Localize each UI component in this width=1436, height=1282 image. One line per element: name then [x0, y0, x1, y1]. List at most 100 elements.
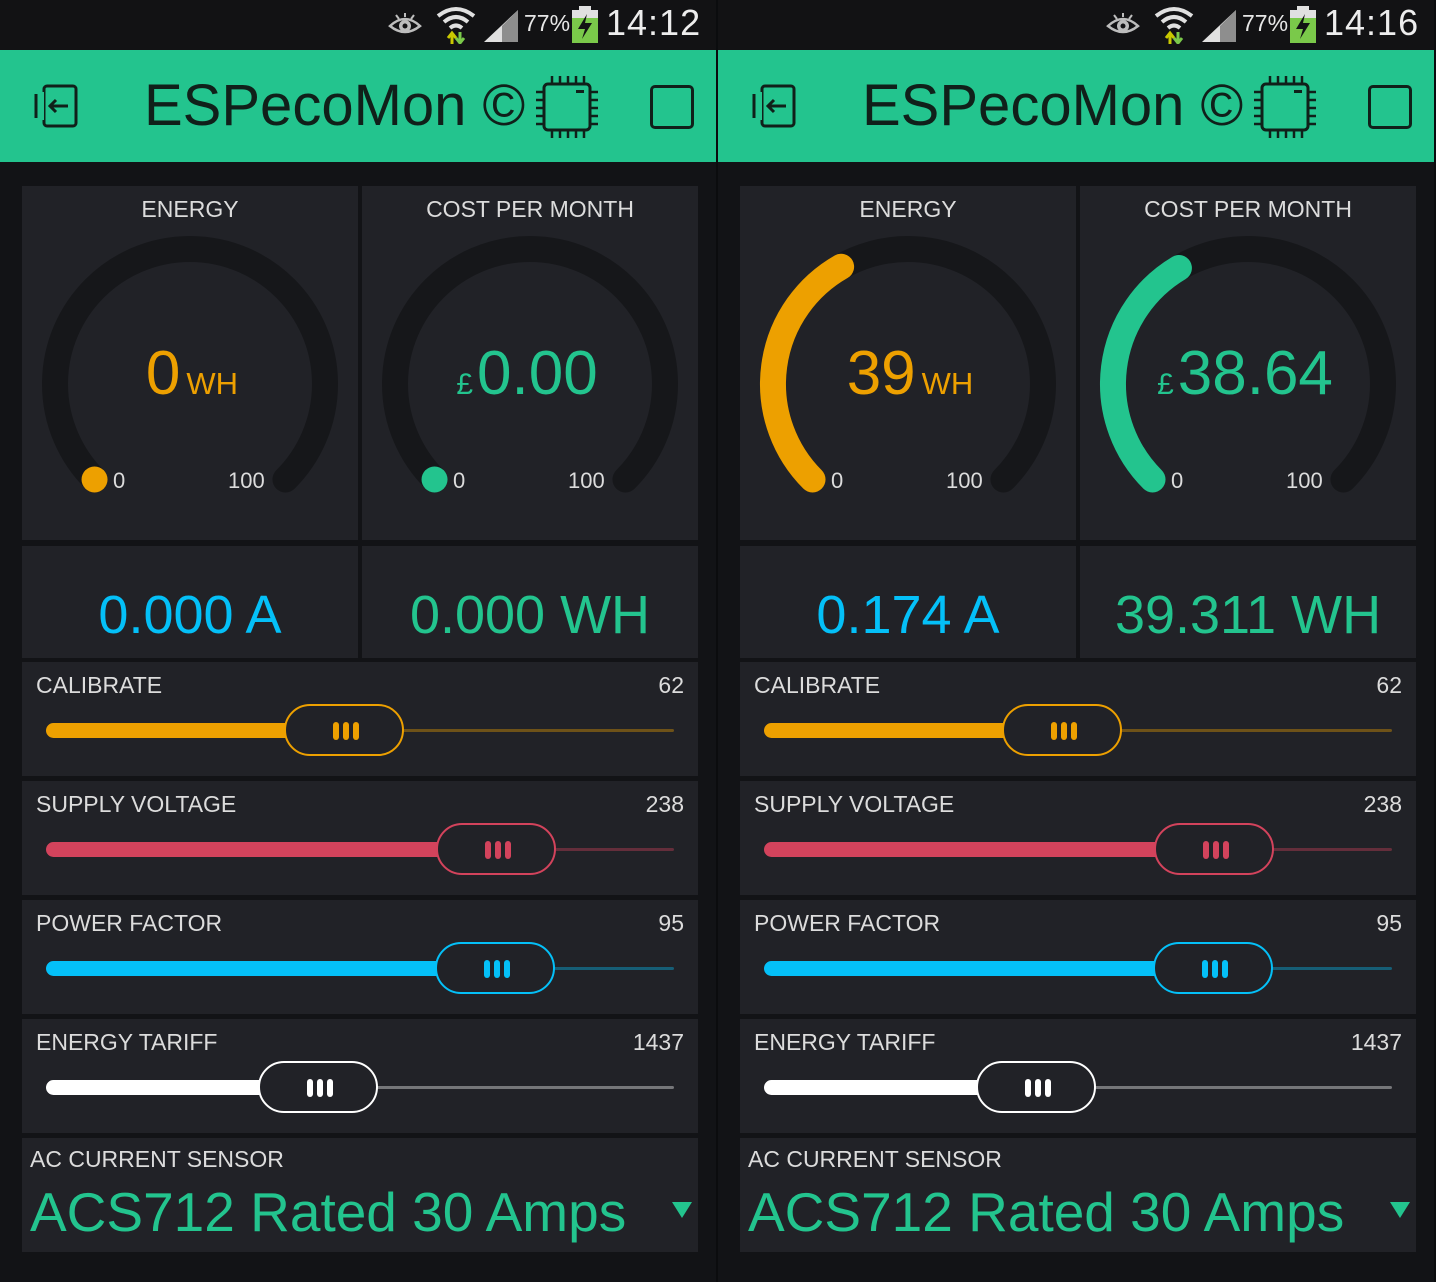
slider-thumb[interactable]: [1152, 942, 1273, 994]
supply-voltage-slider[interactable]: SUPPLY VOLTAGE 238: [740, 781, 1416, 895]
energy-gauge: ENERGY 39 WH 0 100: [740, 186, 1076, 540]
slider-fill: [764, 1080, 1007, 1095]
logout-icon[interactable]: [30, 80, 82, 132]
dropdown-value[interactable]: ACS712 Rated 30 Amps: [748, 1180, 1344, 1244]
sensor-dropdown[interactable]: AC CURRENT SENSOR ACS712 Rated 30 Amps: [22, 1138, 698, 1252]
gauge-label: COST PER MONTH: [426, 196, 634, 222]
slider-thumb[interactable]: [976, 1061, 1097, 1113]
dropdown-label: AC CURRENT SENSOR: [748, 1146, 1002, 1172]
dashboard: ENERGY 39 WH 0 100 COST PER MONTH £38.64 …: [740, 186, 1416, 1256]
slider-value: 238: [1363, 791, 1402, 817]
signal-icon: [484, 10, 518, 42]
energy-tariff-slider[interactable]: ENERGY TARIFF 1437: [740, 1019, 1416, 1133]
eye-icon: [1106, 13, 1140, 34]
grip-icon: [1024, 1079, 1052, 1097]
power-factor-slider[interactable]: POWER FACTOR 95: [22, 900, 698, 1014]
clock: 14:12: [606, 2, 702, 43]
slider-fill: [46, 961, 465, 976]
slider-value: 62: [658, 672, 684, 698]
gauge-fill: [421, 466, 448, 493]
gauge-value: 38.64: [1177, 339, 1333, 408]
logout-icon[interactable]: [748, 80, 800, 132]
calibrate-slider[interactable]: CALIBRATE 62: [740, 662, 1416, 776]
slider-label: SUPPLY VOLTAGE: [36, 791, 237, 817]
dropdown-label: AC CURRENT SENSOR: [30, 1146, 284, 1172]
slider-label: ENERGY TARIFF: [754, 1029, 936, 1055]
grip-icon: [1201, 960, 1229, 978]
grip-icon: [1202, 841, 1230, 859]
energy-tariff-slider[interactable]: ENERGY TARIFF 1437: [22, 1019, 698, 1133]
phone-screen: 77% 14:12 ESPecoMon © ENERGY 0 WH 0 100 …: [0, 0, 716, 1282]
eye-icon: [388, 13, 422, 34]
slider-value: 1437: [1350, 1029, 1402, 1055]
energy-display: 39.311 WH: [1080, 546, 1416, 658]
slider-label: ENERGY TARIFF: [36, 1029, 218, 1055]
status-bar: 77% 14:12: [0, 0, 716, 50]
battery-percent: 77%: [524, 10, 571, 36]
slider-label: POWER FACTOR: [754, 910, 941, 936]
square-icon[interactable]: [650, 85, 694, 129]
wifi-icon: [1154, 7, 1194, 44]
dropdown-value[interactable]: ACS712 Rated 30 Amps: [30, 1180, 626, 1244]
caret-down-icon[interactable]: [672, 1202, 692, 1218]
app-header: ESPecoMon ©: [0, 50, 716, 162]
slider-thumb[interactable]: [1002, 704, 1123, 756]
gauge-value: 0.00: [477, 339, 598, 408]
slider-value: 95: [658, 910, 684, 936]
supply-voltage-slider[interactable]: SUPPLY VOLTAGE 238: [22, 781, 698, 895]
energy-value: 39.311 WH: [1114, 585, 1382, 645]
power-factor-slider[interactable]: POWER FACTOR 95: [740, 900, 1416, 1014]
slider-fill: [46, 1080, 289, 1095]
battery-percent: 77%: [1242, 10, 1289, 36]
wifi-icon: [436, 7, 476, 44]
energy-gauge: ENERGY 0 WH 0 100: [22, 186, 358, 540]
gauge-max: 100: [568, 468, 605, 493]
device-chip-icon[interactable]: [534, 74, 600, 140]
slider-fill: [764, 723, 1033, 738]
slider-value: 238: [645, 791, 684, 817]
grip-icon: [332, 722, 360, 740]
gauge-max: 100: [1286, 468, 1323, 493]
slider-fill: [764, 961, 1183, 976]
dashboard: ENERGY 0 WH 0 100 COST PER MONTH £0.00 0 …: [22, 186, 698, 1256]
clock: 14:16: [1324, 2, 1420, 43]
gauge-label: COST PER MONTH: [1144, 196, 1352, 222]
grip-icon: [483, 960, 511, 978]
slider-thumb[interactable]: [1153, 823, 1274, 875]
current-value: 0.174 A: [816, 585, 1000, 645]
slider-thumb[interactable]: [258, 1061, 379, 1113]
gauge-unit: WH: [186, 366, 239, 401]
caret-down-icon[interactable]: [1390, 1202, 1410, 1218]
slider-thumb[interactable]: [284, 704, 405, 756]
energy-display: 0.000 WH: [362, 546, 698, 658]
slider-value: 95: [1376, 910, 1402, 936]
gauge-prefix: £: [1157, 368, 1174, 401]
app-header: ESPecoMon ©: [718, 50, 1434, 162]
status-bar: 77% 14:16: [718, 0, 1434, 50]
grip-icon: [1050, 722, 1078, 740]
slider-value: 1437: [632, 1029, 684, 1055]
slider-thumb[interactable]: [435, 823, 556, 875]
slider-fill: [46, 723, 315, 738]
grip-icon: [306, 1079, 334, 1097]
square-icon[interactable]: [1368, 85, 1412, 129]
signal-icon: [1202, 10, 1236, 42]
current-value: 0.000 A: [98, 585, 282, 645]
gauge-min: 0: [1171, 468, 1184, 493]
device-chip-icon[interactable]: [1252, 74, 1318, 140]
calibrate-slider[interactable]: CALIBRATE 62: [22, 662, 698, 776]
gauge-prefix: £: [456, 368, 473, 401]
sensor-dropdown[interactable]: AC CURRENT SENSOR ACS712 Rated 30 Amps: [740, 1138, 1416, 1252]
cost-per-month-gauge: COST PER MONTH £38.64 0 100: [1080, 186, 1416, 540]
app-title: ESPecoMon ©: [144, 73, 526, 138]
current-display: 0.000 A: [22, 546, 358, 658]
gauge-fill: [81, 466, 108, 493]
slider-label: SUPPLY VOLTAGE: [754, 791, 955, 817]
grip-icon: [484, 841, 512, 859]
gauge-max: 100: [946, 468, 983, 493]
slider-thumb[interactable]: [434, 942, 555, 994]
phone-screen: 77% 14:16 ESPecoMon © ENERGY 39 WH 0 100…: [718, 0, 1434, 1282]
slider-label: CALIBRATE: [36, 672, 163, 698]
gauge-value: 39: [846, 339, 916, 408]
battery-charging-icon: [572, 6, 598, 43]
